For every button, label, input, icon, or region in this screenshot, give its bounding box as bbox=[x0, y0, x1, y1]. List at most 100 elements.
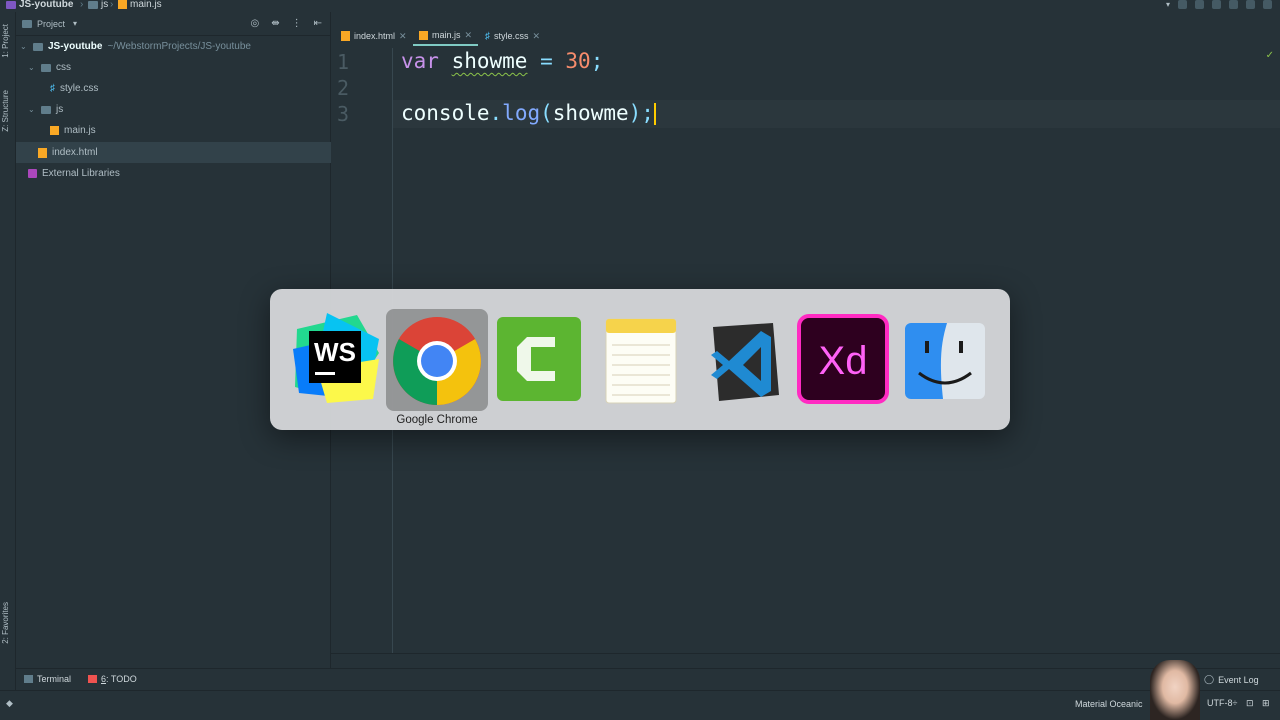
event-log-icon: ◯ bbox=[1204, 674, 1215, 684]
todo-button[interactable]: 6: TODO bbox=[88, 674, 137, 684]
layers-icon[interactable]: ◆ bbox=[6, 698, 13, 709]
profile-icon[interactable] bbox=[1229, 0, 1238, 9]
argument: showme bbox=[552, 101, 629, 125]
lock-icon[interactable]: ⊡ bbox=[1246, 698, 1254, 709]
collapse-all-icon[interactable]: ⇼ bbox=[271, 18, 279, 29]
breadcrumb-folder[interactable]: js bbox=[88, 0, 108, 10]
project-view-icon bbox=[22, 19, 32, 28]
library-icon bbox=[28, 169, 37, 178]
stop-icon[interactable] bbox=[1246, 0, 1255, 9]
operator: = bbox=[527, 49, 566, 73]
tab-main-js[interactable]: main.js ✕ bbox=[413, 26, 479, 46]
svg-text:WS: WS bbox=[314, 337, 356, 367]
app-camtasia[interactable] bbox=[488, 309, 590, 411]
app-webstorm[interactable]: WS bbox=[284, 309, 386, 411]
tab-label: main.js bbox=[432, 30, 461, 40]
tree-item-style-css[interactable]: ♯ style.css bbox=[16, 78, 331, 99]
js-file-icon bbox=[419, 30, 428, 40]
camtasia-icon bbox=[497, 317, 581, 401]
git-icon[interactable]: ⊞ bbox=[1262, 698, 1270, 709]
tree-item-project-root[interactable]: ⌄ JS-youtube ~/WebstormProjects/JS-youtu… bbox=[16, 36, 331, 57]
navigation-bar: JS-youtube › js › main.js ▾ bbox=[0, 0, 1280, 12]
breadcrumb-separator: › bbox=[80, 0, 84, 10]
line-number: 1 bbox=[337, 50, 350, 74]
project-folder-icon bbox=[6, 0, 16, 9]
semicolon: ; bbox=[641, 101, 654, 125]
js-file-icon bbox=[118, 0, 127, 9]
folder-icon bbox=[88, 0, 98, 9]
svg-text:Xd: Xd bbox=[819, 339, 868, 383]
css-file-icon: ♯ bbox=[50, 83, 55, 94]
run-config-dropdown-icon[interactable]: ▾ bbox=[1166, 0, 1170, 9]
tab-structure[interactable]: Z: Structure bbox=[1, 90, 10, 132]
tree-item-label: js bbox=[56, 104, 64, 115]
status-bar: ◆ Material Oceanic UTF-8÷ ⊡ ⊞ bbox=[0, 690, 1280, 720]
horizontal-scrollbar[interactable] bbox=[331, 653, 1280, 668]
close-icon[interactable]: ✕ bbox=[399, 31, 407, 42]
tree-item-js-folder[interactable]: ⌄ js bbox=[16, 99, 331, 120]
tab-style-css[interactable]: ♯ style.css ✕ bbox=[479, 26, 546, 46]
left-tool-strip: 1: Project Z: Structure 2: Favorites bbox=[0, 12, 16, 692]
tree-item-label: JS-youtube bbox=[48, 41, 103, 52]
code-line-3: console.log(showme); bbox=[401, 101, 656, 125]
tab-favorites[interactable]: 2: Favorites bbox=[1, 602, 10, 644]
paren-close: ) bbox=[628, 101, 642, 125]
semicolon: ; bbox=[590, 49, 604, 73]
app-finder[interactable] bbox=[894, 309, 996, 411]
chevron-down-icon: ⌄ bbox=[28, 105, 35, 114]
text-caret bbox=[653, 103, 656, 125]
adobe-xd-icon: Xd bbox=[797, 314, 889, 404]
settings-icon[interactable]: ⋮ bbox=[292, 18, 302, 29]
search-everywhere-icon[interactable] bbox=[1263, 0, 1272, 9]
breadcrumb-project[interactable]: JS-youtube bbox=[6, 0, 73, 10]
run-icon[interactable] bbox=[1178, 0, 1187, 9]
tree-item-external-libraries[interactable]: External Libraries bbox=[16, 163, 331, 184]
js-file-icon bbox=[50, 126, 59, 135]
folder-icon bbox=[41, 105, 51, 114]
breadcrumb-file[interactable]: main.js bbox=[118, 0, 162, 10]
project-view-label[interactable]: Project bbox=[37, 19, 65, 29]
tab-index-html[interactable]: index.html ✕ bbox=[335, 26, 413, 46]
close-icon[interactable]: ✕ bbox=[465, 30, 473, 41]
tab-project[interactable]: 1: Project bbox=[1, 24, 10, 58]
tree-item-label: css bbox=[56, 62, 71, 73]
number-literal: 30 bbox=[565, 49, 591, 73]
inspection-ok-icon[interactable]: ✓ bbox=[1266, 50, 1274, 61]
css-file-icon: ♯ bbox=[485, 30, 490, 42]
folder-icon bbox=[33, 42, 43, 51]
chevron-down-icon: ⌄ bbox=[20, 42, 27, 51]
theme-indicator[interactable]: Material Oceanic bbox=[1075, 699, 1143, 709]
app-notes[interactable] bbox=[590, 309, 692, 411]
locate-file-icon[interactable]: ◎ bbox=[250, 18, 259, 29]
tree-item-css-folder[interactable]: ⌄ css bbox=[16, 57, 331, 78]
project-view-dropdown-icon[interactable]: ▾ bbox=[73, 19, 77, 28]
app-switcher: WS Google Chrome Xd bbox=[270, 289, 1010, 430]
tree-item-main-js[interactable]: main.js bbox=[16, 120, 331, 141]
function-name: log bbox=[502, 101, 541, 125]
terminal-button[interactable]: Terminal bbox=[24, 674, 71, 684]
variable-name: showme bbox=[451, 49, 528, 73]
close-icon[interactable]: ✕ bbox=[533, 31, 541, 42]
tree-item-label: main.js bbox=[64, 125, 96, 136]
app-vscode[interactable] bbox=[692, 309, 794, 411]
html-file-icon bbox=[341, 31, 350, 41]
app-google-chrome[interactable] bbox=[386, 309, 488, 411]
chrome-icon bbox=[393, 317, 481, 405]
tree-item-path: ~/WebstormProjects/JS-youtube bbox=[107, 41, 251, 52]
paren-open: ( bbox=[540, 101, 553, 125]
encoding-indicator[interactable]: UTF-8÷ bbox=[1207, 698, 1237, 708]
selected-app-label: Google Chrome bbox=[396, 414, 478, 426]
tree-item-index-html[interactable]: index.html bbox=[16, 142, 331, 163]
hide-panel-icon[interactable]: ⇤ bbox=[314, 18, 322, 29]
coverage-icon[interactable] bbox=[1212, 0, 1221, 9]
event-log-button[interactable]: ◯ Event Log bbox=[1204, 674, 1259, 685]
debug-icon[interactable] bbox=[1195, 0, 1204, 9]
breadcrumb-file-label: main.js bbox=[130, 0, 162, 10]
app-adobe-xd[interactable]: Xd bbox=[792, 309, 894, 411]
tree-item-label: index.html bbox=[52, 147, 98, 158]
run-toolbar: ▾ bbox=[1166, 0, 1280, 12]
breadcrumb-separator: › bbox=[110, 0, 114, 10]
tool-windows-bar: Terminal 6: TODO ◯ Event Log bbox=[16, 668, 1280, 690]
tree-item-label: External Libraries bbox=[42, 168, 120, 179]
finder-icon bbox=[905, 323, 985, 399]
